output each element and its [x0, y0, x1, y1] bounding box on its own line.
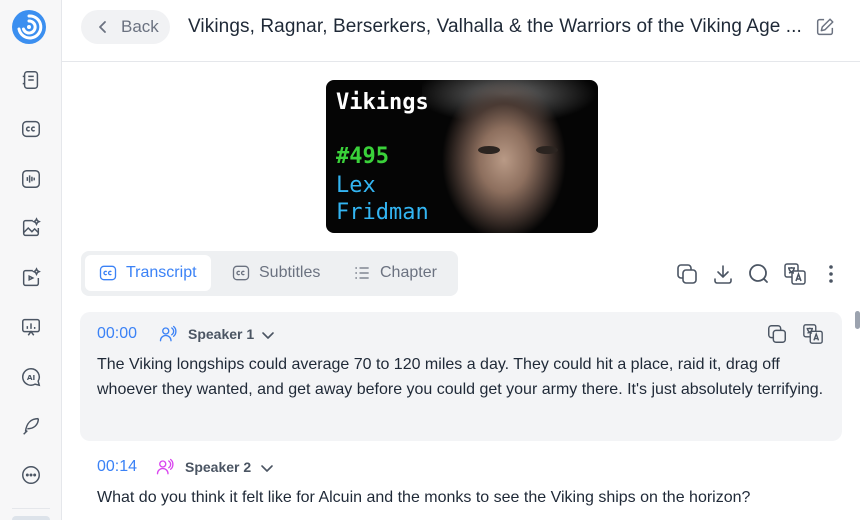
page-title: Vikings, Ragnar, Berserkers, Valhalla & … [188, 16, 802, 37]
back-label: Back [121, 17, 159, 36]
tab-transcript[interactable]: Transcript [85, 255, 211, 291]
back-button[interactable]: Back [81, 10, 170, 44]
segment-text: The Viking longships could average 70 to… [97, 356, 824, 398]
captions-icon [232, 265, 250, 281]
search-icon[interactable] [747, 262, 771, 286]
more-vertical-icon[interactable] [819, 262, 843, 286]
notebook-icon[interactable] [17, 66, 45, 94]
ai-chat-icon[interactable]: AI [17, 363, 45, 391]
segment-timestamp[interactable]: 00:14 [97, 458, 137, 476]
thumbnail-host-last: Fridman [336, 200, 429, 225]
more-icon[interactable] [17, 461, 45, 489]
chevron-down-icon[interactable] [259, 460, 275, 476]
copy-icon[interactable] [675, 262, 699, 286]
translate-icon[interactable] [802, 323, 824, 345]
tab-transcript-label: Transcript [126, 264, 197, 281]
presentation-chart-icon[interactable] [17, 313, 45, 341]
pen-feather-icon[interactable] [17, 412, 45, 440]
image-sparkle-icon[interactable] [17, 214, 45, 242]
app-logo-icon[interactable] [12, 10, 46, 44]
thumbnail-title: Vikings [336, 90, 429, 115]
chevron-left-icon [99, 21, 106, 33]
view-tabs: Transcript Subtitles Chapter [81, 251, 458, 296]
captions-icon[interactable] [17, 115, 45, 143]
scrollbar-thumb[interactable] [855, 311, 860, 329]
sidebar-bottom-item[interactable] [12, 516, 50, 520]
audio-wave-icon[interactable] [17, 165, 45, 193]
host-portrait [422, 80, 598, 233]
segment-timestamp[interactable]: 00:00 [97, 325, 137, 343]
sidebar: AI [0, 0, 62, 520]
tab-chapter[interactable]: Chapter [352, 255, 437, 291]
chevron-down-icon[interactable] [260, 327, 276, 343]
header: Back Vikings, Ragnar, Berserkers, Valhal… [62, 0, 860, 62]
portrait-eye-right [536, 146, 558, 154]
svg-text:AI: AI [27, 373, 36, 382]
sidebar-divider [12, 508, 50, 509]
speaker-icon [159, 325, 177, 342]
segment-text: What do you think it felt like for Alcui… [97, 489, 751, 506]
translate-icon[interactable] [783, 262, 807, 286]
tab-chapter-label: Chapter [380, 264, 437, 281]
edit-icon[interactable] [814, 16, 836, 38]
video-sparkle-icon[interactable] [17, 264, 45, 292]
copy-icon[interactable] [766, 323, 788, 345]
download-icon[interactable] [711, 262, 735, 286]
episode-thumbnail[interactable]: Vikings #495 Lex Fridman [326, 80, 598, 233]
transcript-segment[interactable]: 00:00 Speaker 1 The Viking longships cou… [80, 312, 842, 441]
speaker-name[interactable]: Speaker 1 [188, 326, 254, 342]
portrait-eye-left [478, 146, 500, 154]
list-icon [355, 267, 369, 279]
thumbnail-episode-number: #495 [336, 144, 389, 169]
transcript-segment[interactable]: 00:14 Speaker 2 What do you think it fel… [80, 452, 842, 520]
speaker-icon [156, 458, 174, 475]
captions-icon [99, 265, 117, 281]
tab-subtitles[interactable]: Subtitles [231, 255, 320, 291]
speaker-name[interactable]: Speaker 2 [185, 459, 251, 475]
tab-subtitles-label: Subtitles [259, 264, 321, 281]
thumbnail-host-first: Lex [336, 173, 376, 198]
